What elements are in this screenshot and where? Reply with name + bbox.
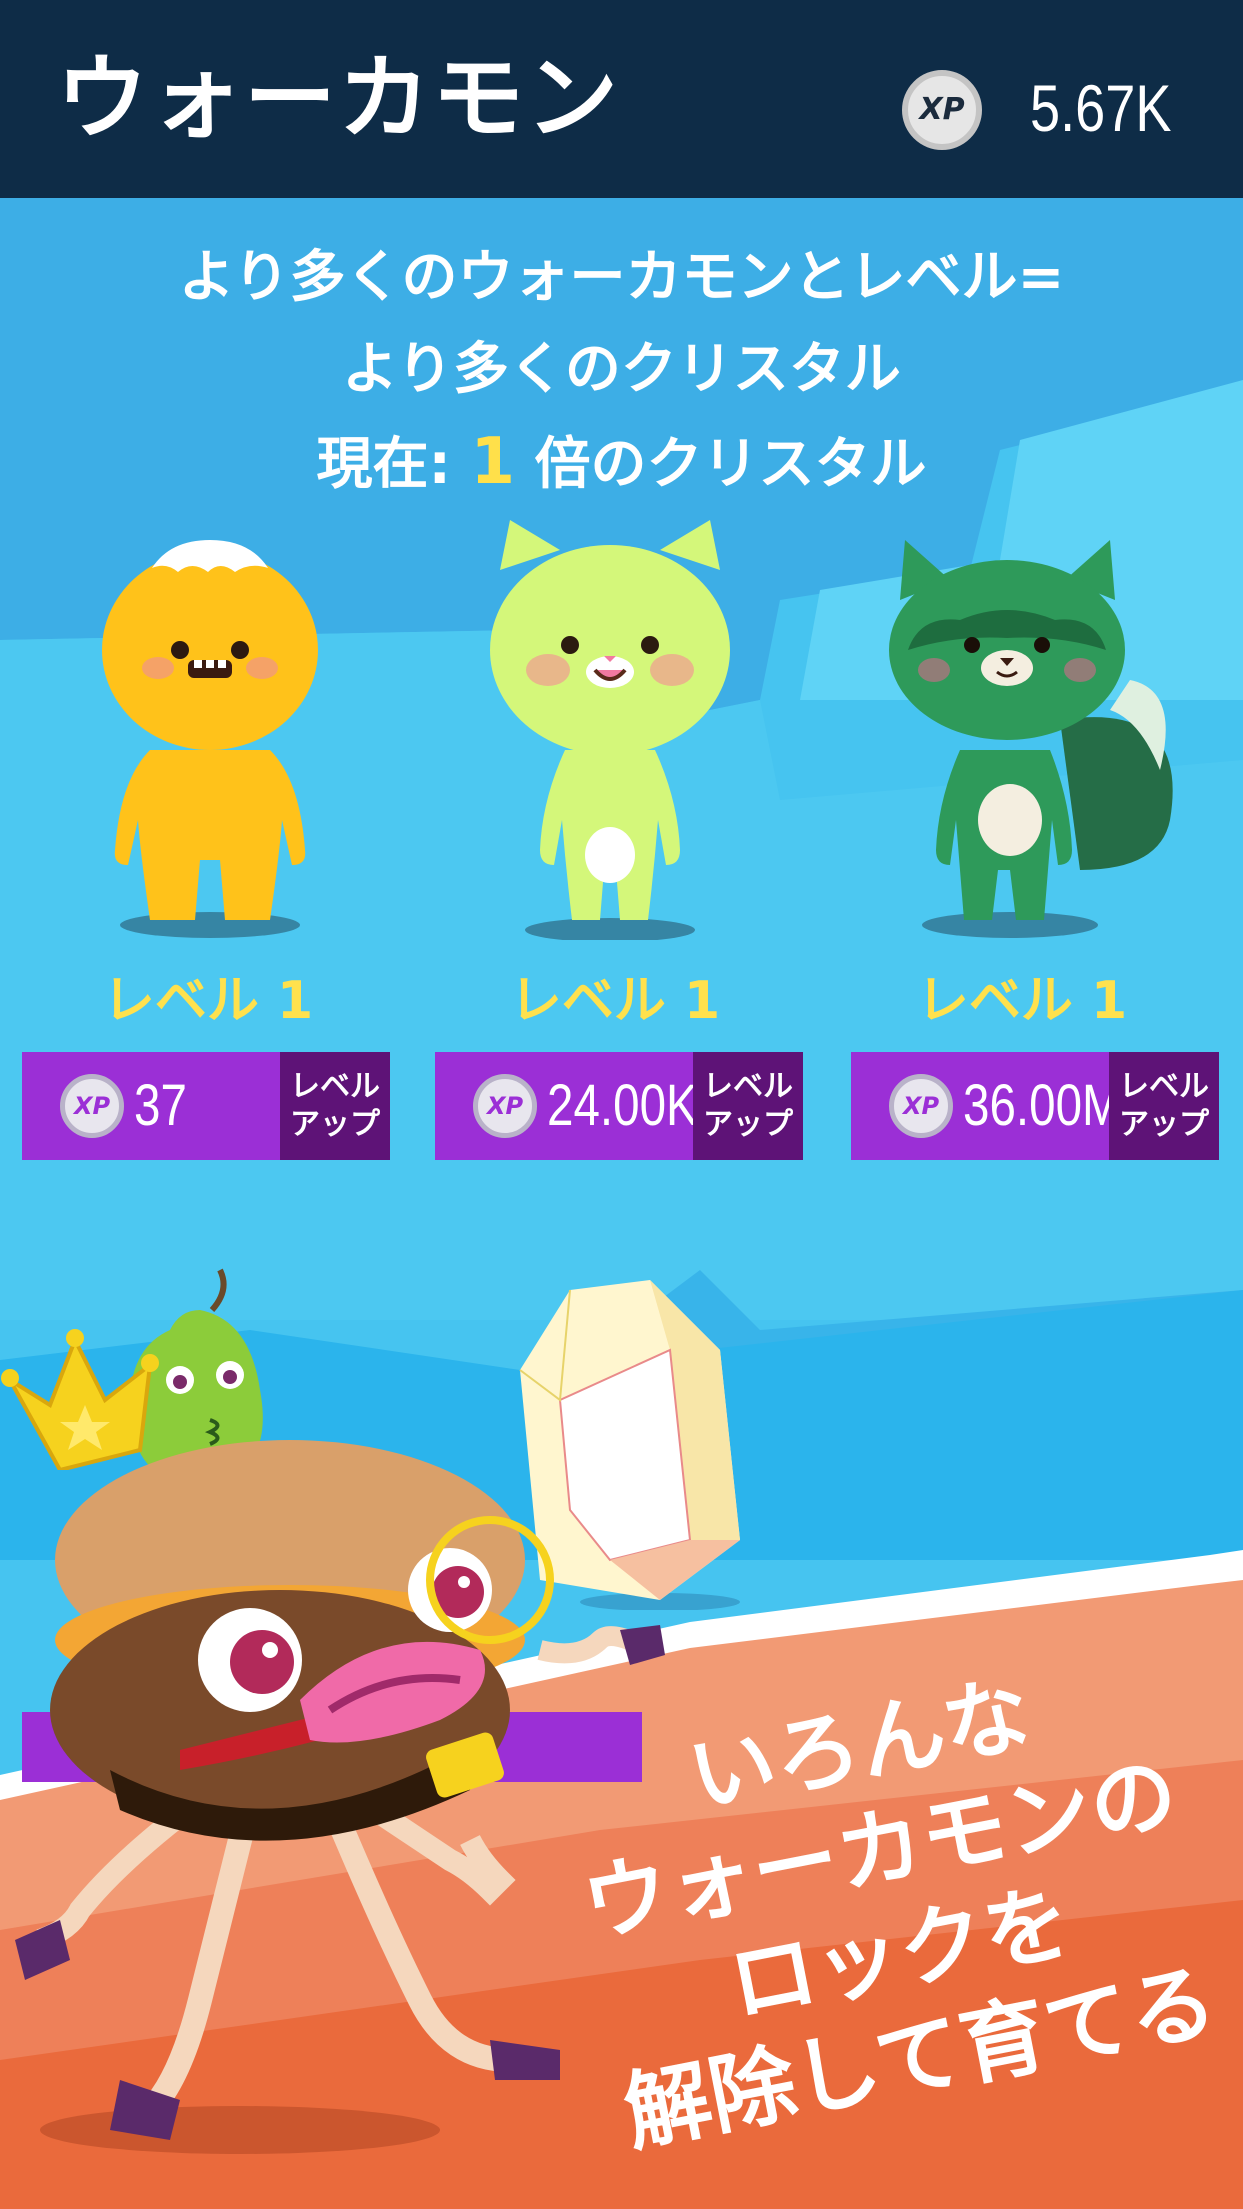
level-up-cost: 24.00K [547,1073,698,1138]
xp-icon: XP [889,1074,953,1138]
walkamon-2-level: レベル 1 [509,971,721,1031]
multiplier-value: 1 [470,425,515,499]
app-screen: ウォーカモン XP 5.67K より多くのウォーカモンとレベル= より多くのクリ… [0,0,1243,2209]
level-up-button-2[interactable]: XP 24.00K レベル アップ [435,1052,803,1160]
intro-line-2: より多くのクリスタル [342,337,901,402]
level-up-cost: 36.00M [963,1073,1122,1138]
page-title: ウォーカモン [56,45,621,152]
xp-total: 5.67K [1030,71,1172,145]
current-multiplier: 現在: 1 倍のクリスタル [316,425,927,499]
intro-text: より多くのウォーカモンとレベル= より多くのクリスタル 現在: 1 倍のクリスタ… [0,232,1243,511]
xp-icon: XP [473,1074,537,1138]
xp-icon: XP [902,70,982,150]
walkamon-1-level: レベル 1 [102,971,314,1031]
lime-cat-character [490,520,730,940]
xp-icon: XP [60,1074,124,1138]
level-up-label: レベル アップ [693,1052,803,1160]
green-raccoon-character [889,540,1173,938]
intro-line-1: より多くのウォーカモンとレベル= [178,245,1065,310]
walkamon-3-level: レベル 1 [916,971,1128,1031]
level-up-label: レベル アップ [1109,1052,1219,1160]
level-up-cost: 37 [134,1073,187,1138]
header-bar: ウォーカモン XP 5.67K [0,0,1243,198]
level-up-button-3[interactable]: XP 36.00M レベル アップ [851,1052,1219,1160]
level-up-button-1[interactable]: XP 37 レベル アップ [22,1052,390,1160]
level-up-label: レベル アップ [280,1052,390,1160]
yellow-monster-character [102,540,318,938]
